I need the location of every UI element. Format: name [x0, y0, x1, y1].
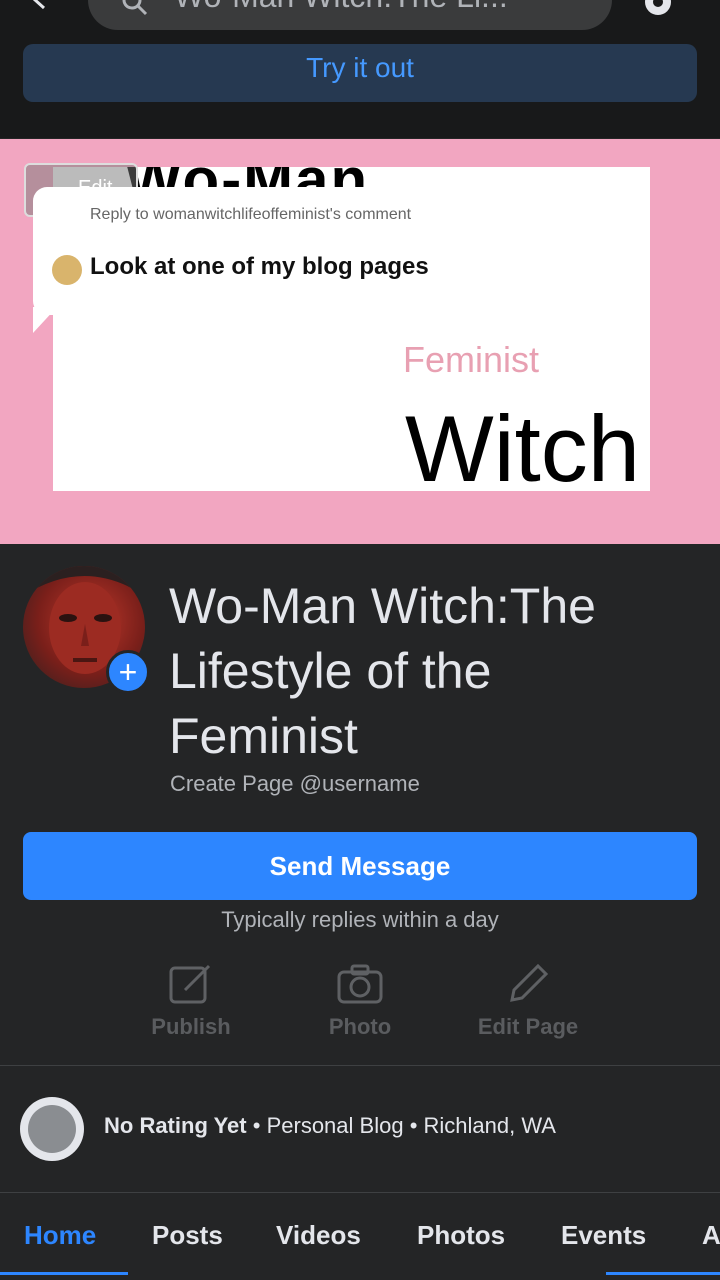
try-it-out-button[interactable]: Try it out — [23, 44, 697, 102]
tab-more[interactable]: A — [702, 1220, 720, 1251]
top-bar: Wo-Man Witch:The Li... — [0, 0, 720, 34]
search-text: Wo-Man Witch:The Li... — [174, 0, 508, 15]
separator: • — [409, 1113, 418, 1138]
photo-button[interactable]: Photo — [290, 960, 430, 1040]
create-username-link[interactable]: Create Page @username — [170, 771, 420, 797]
rating-icon — [20, 1097, 84, 1161]
cover-witch-text: Witch — [405, 396, 640, 491]
publish-button[interactable]: Publish — [121, 960, 261, 1040]
page-info: No Rating Yet • Personal Blog • Richland… — [104, 1113, 556, 1139]
scroll-indicator — [606, 1272, 720, 1275]
tab-events[interactable]: Events — [561, 1220, 646, 1251]
location-text: Richland, WA — [423, 1113, 556, 1138]
reply-text: Look at one of my blog pages — [90, 253, 429, 280]
rating-text[interactable]: No Rating Yet — [104, 1113, 247, 1138]
active-tab-indicator — [0, 1272, 128, 1275]
search-icon — [122, 0, 148, 16]
tab-posts[interactable]: Posts — [152, 1220, 223, 1251]
divider — [0, 1065, 720, 1066]
edit-page-label: Edit Page — [477, 1014, 579, 1039]
tab-home[interactable]: Home — [24, 1220, 96, 1251]
reply-meta: Reply to womanwitchlifeoffeminist's comm… — [90, 206, 412, 223]
try-it-out-banner: Try it out — [0, 34, 720, 138]
category-text: Personal Blog — [266, 1113, 404, 1138]
tab-videos[interactable]: Videos — [276, 1220, 361, 1251]
send-message-button[interactable]: Send Message — [23, 832, 697, 900]
plus-icon: + — [118, 654, 138, 690]
back-arrow-icon[interactable] — [28, 0, 50, 10]
tab-photos[interactable]: Photos — [417, 1220, 505, 1251]
pencil-icon — [510, 963, 549, 1002]
cover-feminist-text: Feminist — [403, 339, 540, 380]
page-title: Wo-Man Witch:The Lifestyle of the Femini… — [169, 578, 596, 764]
commenter-avatar — [52, 255, 82, 285]
search-input[interactable]: Wo-Man Witch:The Li... — [88, 0, 612, 30]
publish-label: Publish — [151, 1014, 231, 1039]
gear-icon[interactable] — [638, 0, 678, 22]
cover-photo[interactable]: Wo-Man Feminist Witch Edit Reply to woma… — [0, 139, 720, 544]
divider — [0, 1192, 720, 1193]
add-profile-photo-button[interactable]: + — [106, 650, 150, 694]
response-time: Typically replies within a day — [221, 907, 499, 932]
reply-bubble-tail — [33, 307, 57, 333]
camera-icon — [337, 964, 383, 1004]
page-tabs: Home Posts Videos Photos Events A — [0, 1194, 720, 1280]
separator: • — [252, 1113, 261, 1138]
edit-page-button[interactable]: Edit Page — [458, 960, 598, 1040]
comment-reply-bubble: Reply to womanwitchlifeoffeminist's comm… — [33, 187, 650, 315]
edit-square-icon — [169, 964, 211, 1004]
photo-label: Photo — [328, 1014, 392, 1039]
